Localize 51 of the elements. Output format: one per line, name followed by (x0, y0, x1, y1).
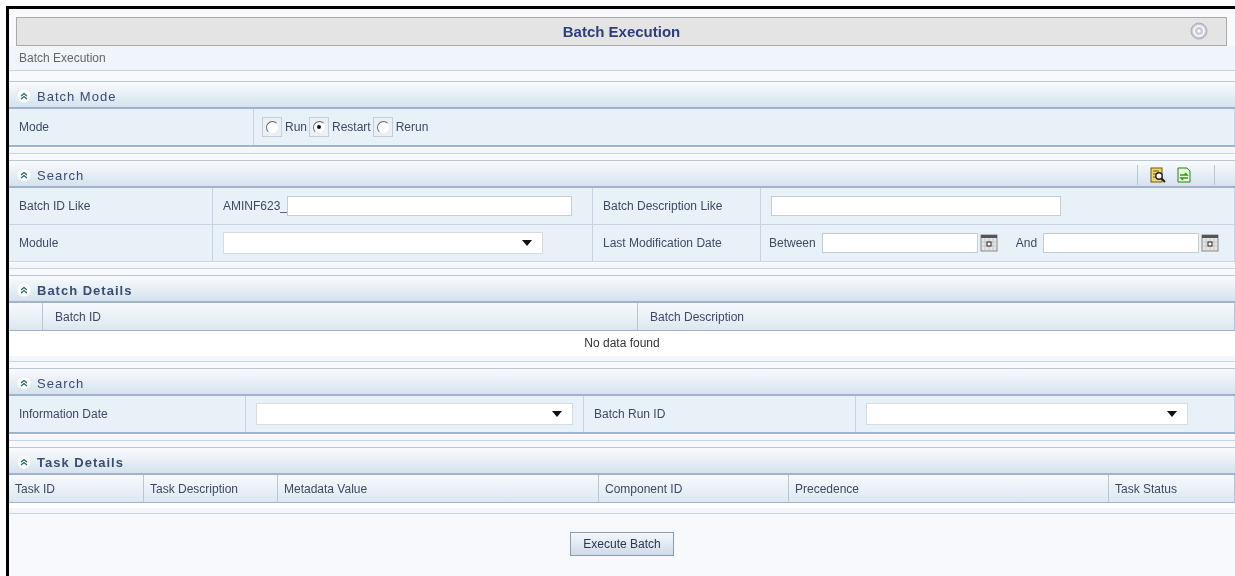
search-icon[interactable] (1150, 167, 1166, 183)
caret-icon (552, 411, 562, 417)
breadcrumb: Batch Execution (19, 51, 106, 65)
collapse-icon[interactable] (17, 168, 31, 182)
section-title: Batch Details (37, 282, 133, 298)
radio-button[interactable]: Rerun (372, 117, 429, 137)
field-label: Module (9, 225, 213, 261)
text-field[interactable] (771, 196, 1061, 216)
section-title: Batch Mode (37, 88, 117, 104)
section-title: Search (37, 167, 85, 183)
field-label: Batch Run ID (584, 396, 856, 432)
collapse-icon[interactable] (17, 89, 31, 103)
calendar-icon[interactable] (1201, 234, 1220, 252)
calendar-icon[interactable] (979, 234, 998, 252)
field-prefix: AMINF623_ (223, 199, 288, 213)
field-label: Batch ID Like (9, 188, 213, 224)
field-label: Mode (9, 109, 254, 145)
column-header: Task ID (9, 475, 144, 502)
field-label: And (1015, 236, 1038, 250)
radio-button[interactable]: Restart (309, 117, 371, 137)
column-header: Task Description (144, 475, 278, 502)
section-header[interactable]: Task Details (9, 451, 1235, 475)
page-title: Batch Execution (562, 23, 681, 40)
collapse-icon[interactable] (17, 283, 31, 297)
section-title: Search (37, 375, 85, 391)
column-header: Precedence (789, 475, 1109, 502)
section-header[interactable]: Batch Mode (9, 85, 1235, 109)
column-header: Batch Description (638, 303, 1235, 330)
column-header: Batch ID (43, 303, 638, 330)
section-header[interactable]: Batch Details (9, 279, 1235, 303)
field-label: Between (769, 236, 816, 250)
field-label: Batch Description Like (593, 188, 761, 224)
field-label: Information Date (9, 396, 246, 432)
collapse-icon[interactable] (17, 376, 31, 390)
empty-message: No data found (584, 335, 660, 352)
column-header: Component ID (599, 475, 789, 502)
column-header: Metadata Value (278, 475, 599, 502)
column-header: Task Status (1109, 475, 1235, 502)
refresh-document-icon[interactable] (1176, 167, 1192, 183)
section-header[interactable]: Search (9, 372, 1235, 396)
radio-button[interactable]: Run (262, 117, 307, 137)
date-field[interactable] (821, 233, 978, 253)
text-field[interactable] (287, 196, 573, 216)
field-label: Last Modification Date (593, 225, 761, 261)
collapse-icon[interactable] (17, 455, 31, 469)
date-field[interactable] (1043, 233, 1200, 253)
section-title: Task Details (37, 454, 124, 470)
caret-icon (522, 240, 532, 246)
caret-icon (1167, 411, 1177, 417)
section-header[interactable]: Search (9, 164, 1235, 188)
execute-button[interactable]: Execute Batch (570, 532, 674, 556)
